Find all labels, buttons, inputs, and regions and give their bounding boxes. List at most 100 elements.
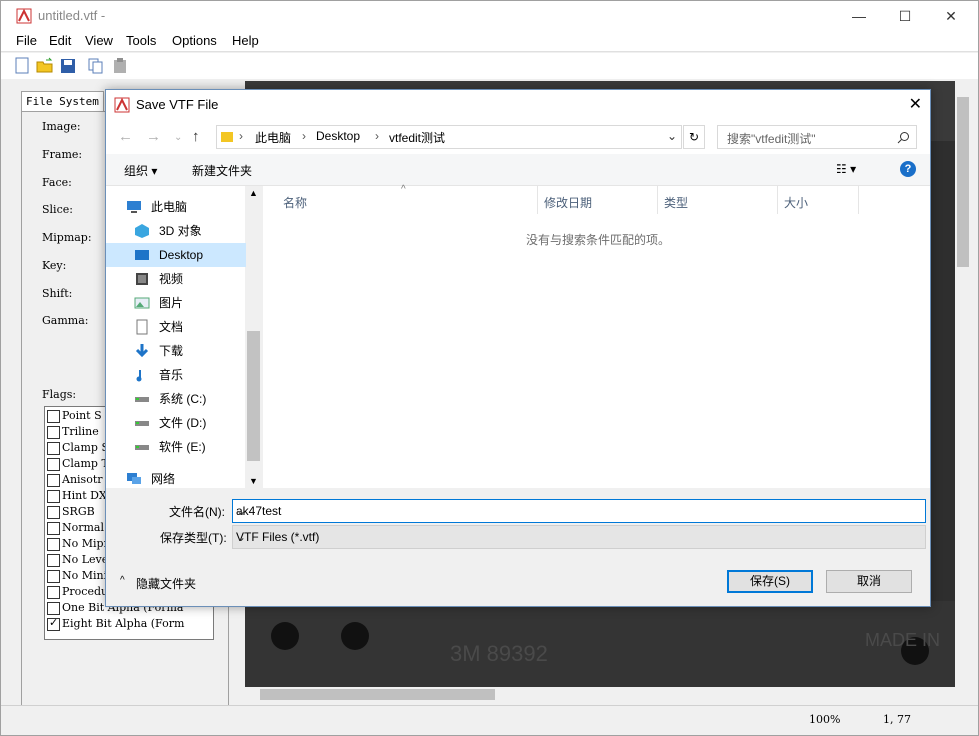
new-file-icon[interactable] bbox=[13, 57, 31, 75]
flag-row[interactable]: Anisotr bbox=[47, 473, 103, 489]
up-button[interactable]: ↑ bbox=[192, 128, 200, 145]
flag-label: Clamp T bbox=[62, 457, 109, 470]
menu-tools[interactable]: Tools bbox=[126, 33, 156, 48]
flag-row[interactable]: Procedu bbox=[47, 585, 108, 601]
column-size[interactable]: 大小 bbox=[784, 194, 808, 211]
filetype-dropdown-icon[interactable]: ⌄ bbox=[236, 530, 919, 544]
refresh-button[interactable]: ↻ bbox=[683, 125, 705, 149]
breadcrumb-pc[interactable]: 此电脑 bbox=[255, 129, 291, 146]
hide-folders-button[interactable]: 隐藏文件夹 bbox=[136, 575, 196, 592]
breadcrumb-folder[interactable]: vtfedit测试 bbox=[389, 129, 445, 146]
dialog-close-button[interactable]: ✕ bbox=[909, 94, 922, 114]
help-icon[interactable]: ? bbox=[900, 161, 916, 177]
column-name[interactable]: 名称 bbox=[283, 194, 307, 211]
flag-row[interactable]: Clamp S bbox=[47, 441, 109, 457]
flag-checkbox[interactable] bbox=[47, 505, 60, 519]
flag-row[interactable]: Clamp T bbox=[47, 457, 109, 473]
flag-label: Triline bbox=[62, 425, 99, 438]
scroll-up-icon[interactable]: ▲ bbox=[249, 188, 258, 198]
flag-row[interactable]: Point S bbox=[47, 409, 102, 425]
flag-checkbox[interactable] bbox=[47, 553, 60, 567]
address-bar[interactable]: › 此电脑 › Desktop › vtfedit测试 ⌄ bbox=[216, 125, 682, 149]
nav-item[interactable]: 音乐 bbox=[106, 363, 246, 387]
nav-item[interactable]: 下载 bbox=[106, 339, 246, 363]
nav-item[interactable]: 软件 (E:) bbox=[106, 435, 246, 459]
flag-checkbox[interactable] bbox=[47, 521, 60, 535]
menu-help[interactable]: Help bbox=[232, 33, 259, 48]
maximize-button[interactable]: ☐ bbox=[882, 1, 928, 31]
back-button[interactable]: ← bbox=[118, 128, 133, 145]
nav-item[interactable]: 此电脑 bbox=[106, 195, 246, 219]
flag-checkbox[interactable] bbox=[47, 489, 60, 503]
tab-file-system[interactable]: File System bbox=[21, 91, 104, 111]
filetype-select[interactable]: VTF Files (*.vtf) ⌄ bbox=[232, 525, 926, 549]
flag-checkbox[interactable] bbox=[47, 425, 60, 439]
breadcrumb-sep-icon: › bbox=[375, 129, 379, 143]
filename-input[interactable]: ak47test ⌄ bbox=[232, 499, 926, 523]
nav-item[interactable]: 图片 bbox=[106, 291, 246, 315]
flag-checkbox[interactable] bbox=[47, 569, 60, 583]
flag-checkbox[interactable] bbox=[47, 409, 60, 423]
paste-icon[interactable] bbox=[111, 57, 129, 75]
cancel-button[interactable]: 取消 bbox=[826, 570, 912, 593]
column-divider[interactable] bbox=[858, 186, 859, 214]
dialog-title: Save VTF File bbox=[136, 97, 219, 112]
flag-row[interactable]: Hint DX bbox=[47, 489, 107, 505]
flag-label: SRGB bbox=[62, 505, 95, 518]
save-button[interactable]: 保存(S) bbox=[727, 570, 813, 593]
flag-checkbox[interactable] bbox=[47, 457, 60, 471]
forward-button[interactable]: → bbox=[146, 128, 161, 145]
menu-options[interactable]: Options bbox=[172, 33, 217, 48]
flag-checkbox[interactable] bbox=[47, 585, 60, 599]
column-type[interactable]: 类型 bbox=[664, 194, 688, 211]
scroll-down-icon[interactable]: ▼ bbox=[249, 476, 258, 486]
flag-checkbox[interactable] bbox=[47, 601, 60, 615]
vertical-scrollbar[interactable] bbox=[955, 81, 971, 687]
music-icon bbox=[136, 370, 142, 382]
address-dropdown-icon[interactable]: ⌄ bbox=[667, 129, 677, 143]
view-options-button[interactable]: ☷ ▾ bbox=[836, 162, 856, 176]
flag-checkbox[interactable] bbox=[47, 616, 60, 631]
flag-checkbox[interactable] bbox=[47, 473, 60, 487]
menu-bar: File Edit View Tools Options Help bbox=[1, 31, 978, 52]
horizontal-scrollbar[interactable] bbox=[245, 687, 955, 702]
minimize-button[interactable]: — bbox=[836, 1, 882, 31]
flag-row[interactable]: SRGB bbox=[47, 505, 95, 521]
column-divider[interactable] bbox=[777, 186, 778, 214]
nav-item[interactable]: 3D 对象 bbox=[106, 219, 246, 243]
menu-view[interactable]: View bbox=[85, 33, 113, 48]
flag-row[interactable]: Eight Bit Alpha (Form bbox=[47, 616, 184, 633]
menu-file[interactable]: File bbox=[16, 33, 37, 48]
organize-button[interactable]: 组织 ▾ bbox=[124, 162, 157, 179]
video-icon bbox=[136, 273, 148, 285]
recent-dropdown-icon[interactable]: ⌄ bbox=[174, 132, 182, 143]
flag-checkbox[interactable] bbox=[47, 441, 60, 455]
open-folder-icon[interactable] bbox=[36, 57, 54, 75]
new-folder-button[interactable]: 新建文件夹 bbox=[192, 162, 252, 179]
copy-icon[interactable] bbox=[87, 57, 105, 75]
menu-edit[interactable]: Edit bbox=[49, 33, 71, 48]
nav-item[interactable]: 视频 bbox=[106, 267, 246, 291]
search-input[interactable]: 搜索"vtfedit测试" bbox=[717, 125, 917, 149]
nav-scrollbar[interactable]: ▲ ▼ bbox=[245, 186, 262, 488]
nav-item[interactable]: 文件 (D:) bbox=[106, 411, 246, 435]
flag-checkbox[interactable] bbox=[47, 537, 60, 551]
breadcrumb-desktop[interactable]: Desktop bbox=[316, 129, 360, 143]
flag-row[interactable]: Triline bbox=[47, 425, 99, 441]
save-icon[interactable] bbox=[59, 57, 77, 75]
nav-item[interactable]: 系统 (C:) bbox=[106, 387, 246, 411]
flag-row[interactable]: No Mini bbox=[47, 569, 107, 585]
column-divider[interactable] bbox=[537, 186, 538, 214]
nav-item[interactable]: Desktop bbox=[106, 243, 246, 267]
save-dialog: Save VTF File ✕ ← → ⌄ ↑ › 此电脑 › Desktop … bbox=[105, 89, 931, 607]
collapse-chevron-icon[interactable]: ^ bbox=[120, 575, 125, 586]
close-button[interactable]: ✕ bbox=[928, 1, 974, 31]
flag-row[interactable]: No Mipm bbox=[47, 537, 114, 553]
column-modified[interactable]: 修改日期 bbox=[544, 194, 592, 211]
frame-label: Frame: bbox=[42, 148, 83, 161]
column-divider[interactable] bbox=[657, 186, 658, 214]
nav-item-label: 软件 (E:) bbox=[159, 440, 206, 454]
nav-item[interactable]: 文档 bbox=[106, 315, 246, 339]
flag-row[interactable]: No Leve bbox=[47, 553, 108, 569]
filename-dropdown-icon[interactable]: ⌄ bbox=[236, 504, 919, 518]
